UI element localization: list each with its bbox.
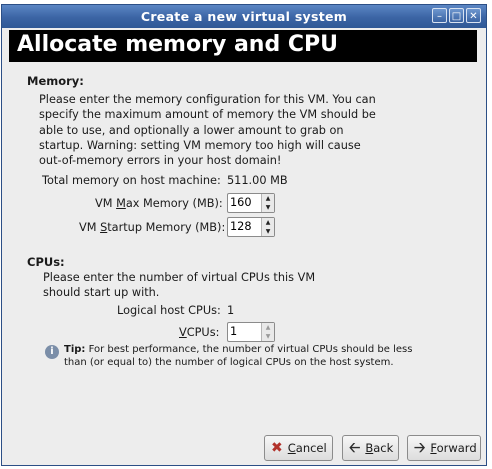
minimize-icon[interactable]: – <box>432 8 447 23</box>
forward-button-label: Forward <box>430 441 477 455</box>
decrement-icon[interactable]: ▼ <box>262 203 274 212</box>
arrow-right-icon: 🡢 <box>414 440 426 456</box>
info-icon: i <box>45 345 59 359</box>
increment-icon[interactable]: ▲ <box>262 218 274 227</box>
cancel-icon: ✖ <box>271 440 283 456</box>
memory-section-title: Memory: <box>27 74 84 88</box>
increment-icon[interactable]: ▲ <box>262 323 274 332</box>
cancel-button-label: Cancel <box>287 441 327 455</box>
cpus-description: Please enter the number of virtual CPUs … <box>43 271 316 300</box>
vcpus-spinner[interactable]: ▲ ▼ <box>227 322 275 342</box>
arrow-left-icon: 🡠 <box>349 440 361 456</box>
back-button[interactable]: 🡠 Back <box>342 435 399 461</box>
logical-cpus-label: Logical host CPUs: <box>117 304 221 317</box>
startup-memory-input[interactable] <box>230 220 256 233</box>
max-memory-label: VM Max Memory (MB): <box>95 197 223 210</box>
tip-text: Tip: For best performance, the number of… <box>64 344 413 368</box>
back-button-label: Back <box>365 441 394 455</box>
page-title: Allocate memory and CPU <box>17 32 338 57</box>
startup-memory-spinner[interactable]: ▲ ▼ <box>227 217 275 237</box>
decrement-icon[interactable]: ▼ <box>262 332 274 341</box>
vcpus-arrows[interactable]: ▲ ▼ <box>261 323 274 341</box>
title-bar[interactable]: Create a new virtual system – □ ✕ <box>2 5 486 28</box>
max-memory-spinner[interactable]: ▲ ▼ <box>227 193 275 213</box>
forward-button[interactable]: 🡢 Forward <box>407 435 481 461</box>
max-memory-input[interactable] <box>230 196 256 209</box>
logical-cpus-value: 1 <box>227 304 235 317</box>
memory-description: Please enter the memory configuration fo… <box>39 93 376 168</box>
window-title: Create a new virtual system <box>140 9 348 24</box>
close-icon[interactable]: ✕ <box>466 8 481 23</box>
cancel-button[interactable]: ✖ Cancel <box>264 435 333 461</box>
total-memory-value: 511.00 MB <box>227 174 288 187</box>
increment-icon[interactable]: ▲ <box>262 194 274 203</box>
vcpus-input[interactable] <box>230 325 256 338</box>
startup-memory-label: VM Startup Memory (MB): <box>79 221 226 234</box>
vcpus-label: VCPUs: <box>179 326 220 339</box>
page-header: Allocate memory and CPU <box>9 30 477 62</box>
total-memory-label: Total memory on host machine: <box>42 174 221 187</box>
max-memory-arrows[interactable]: ▲ ▼ <box>261 194 274 212</box>
startup-memory-arrows[interactable]: ▲ ▼ <box>261 218 274 236</box>
cpus-section-title: CPUs: <box>27 255 65 269</box>
window-controls: – □ ✕ <box>432 8 481 23</box>
maximize-icon[interactable]: □ <box>449 8 464 23</box>
decrement-icon[interactable]: ▼ <box>262 227 274 236</box>
